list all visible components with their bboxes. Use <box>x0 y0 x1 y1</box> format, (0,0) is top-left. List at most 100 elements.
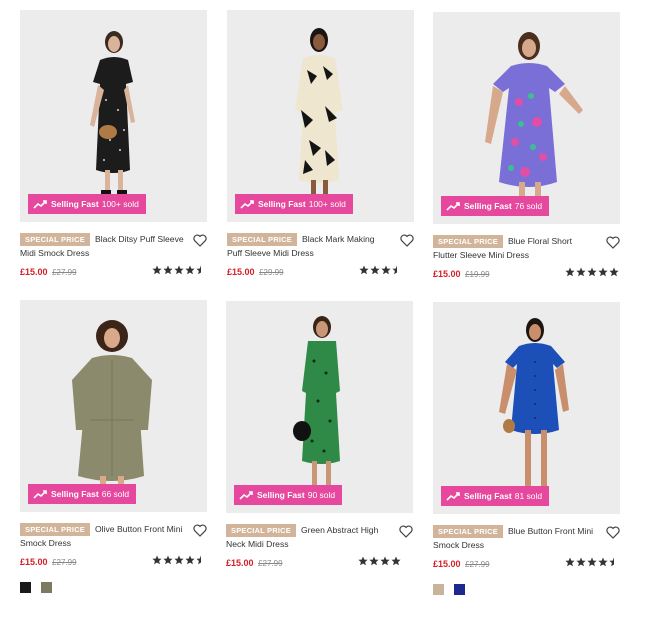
original-price: £29.99 <box>259 268 284 277</box>
trending-up-icon <box>239 491 253 500</box>
price-block: £15.00 £27.99 <box>226 558 283 568</box>
star-icon <box>196 265 201 275</box>
price-block: £15.00 £29.99 <box>227 267 284 277</box>
star-rating <box>358 265 413 275</box>
price-block: £15.00 £27.99 <box>20 557 77 567</box>
selling-fast-badge: Selling Fast 100+ sold <box>28 194 146 214</box>
product-image[interactable]: Selling Fast 100+ sold <box>20 10 207 222</box>
selling-fast-badge: Selling Fast 90 sold <box>234 485 343 505</box>
product-card[interactable]: Selling Fast 90 sold SPECIAL PRICE Green … <box>226 301 413 583</box>
selling-fast-badge: Selling Fast 81 sold <box>441 486 550 506</box>
heart-icon[interactable] <box>606 236 620 249</box>
star-icon <box>609 557 614 567</box>
sale-price: £15.00 <box>433 269 461 279</box>
heart-icon[interactable] <box>193 524 207 537</box>
colour-swatches <box>20 582 62 593</box>
star-icon <box>369 556 379 566</box>
star-icon <box>174 555 184 565</box>
star-icon <box>391 556 401 566</box>
product-card[interactable]: Selling Fast 81 sold SPECIAL PRICE Blue B… <box>433 302 620 595</box>
colour-swatch[interactable] <box>454 584 465 595</box>
original-price: £27.99 <box>52 268 77 277</box>
product-title[interactable]: SPECIAL PRICE Blue Button Front Mini Smoc… <box>433 524 598 552</box>
star-icon <box>576 557 586 567</box>
price-block: £15.00 £19.99 <box>433 269 490 279</box>
product-title[interactable]: SPECIAL PRICE Black Ditsy Puff Sleeve Mid… <box>20 232 185 260</box>
trending-up-icon <box>446 202 460 211</box>
star-rating <box>564 267 619 277</box>
heart-icon[interactable] <box>400 234 414 247</box>
sale-price: £15.00 <box>20 557 48 567</box>
star-rating <box>357 556 412 566</box>
sold-count: 81 sold <box>514 491 543 501</box>
selling-fast-label: Selling Fast <box>464 491 512 501</box>
product-card[interactable]: Selling Fast 66 sold SPECIAL PRICE Olive … <box>20 300 207 593</box>
colour-swatch[interactable] <box>433 584 444 595</box>
product-card[interactable]: Selling Fast 100+ sold SPECIAL PRICE Blac… <box>227 10 414 292</box>
special-price-tag: SPECIAL PRICE <box>20 523 90 536</box>
trending-up-icon <box>240 200 254 209</box>
product-image[interactable]: Selling Fast 90 sold <box>226 301 413 513</box>
selling-fast-label: Selling Fast <box>51 199 99 209</box>
star-icon <box>403 265 413 275</box>
original-price: £19.99 <box>465 270 490 279</box>
special-price-tag: SPECIAL PRICE <box>227 233 297 246</box>
trending-up-icon <box>33 200 47 209</box>
selling-fast-label: Selling Fast <box>257 490 305 500</box>
product-image[interactable]: Selling Fast 81 sold <box>433 302 620 514</box>
trending-up-icon <box>33 490 47 499</box>
selling-fast-badge: Selling Fast 76 sold <box>441 196 550 216</box>
product-title[interactable]: SPECIAL PRICE Olive Button Front Mini Smo… <box>20 522 185 550</box>
product-image[interactable]: Selling Fast 76 sold <box>433 12 620 224</box>
star-icon <box>185 555 195 565</box>
star-icon <box>565 557 575 567</box>
product-title[interactable]: SPECIAL PRICE Black Mark Making Puff Slee… <box>227 232 392 260</box>
colour-swatch[interactable] <box>41 582 52 593</box>
star-icon <box>587 267 597 277</box>
star-icon <box>402 556 412 566</box>
colour-swatches <box>433 584 475 595</box>
sale-price: £15.00 <box>227 267 255 277</box>
star-icon <box>598 267 608 277</box>
star-icon <box>565 267 575 277</box>
selling-fast-label: Selling Fast <box>464 201 512 211</box>
sale-price: £15.00 <box>20 267 48 277</box>
product-card[interactable]: Selling Fast 100+ sold SPECIAL PRICE Blac… <box>20 10 207 292</box>
sold-count: 100+ sold <box>308 199 346 209</box>
sold-count: 100+ sold <box>101 199 139 209</box>
star-icon <box>381 265 391 275</box>
product-title[interactable]: SPECIAL PRICE Green Abstract High Neck Mi… <box>226 523 391 551</box>
star-icon <box>609 267 619 277</box>
star-rating <box>151 265 206 275</box>
star-icon <box>576 267 586 277</box>
star-icon <box>359 265 369 275</box>
star-icon <box>358 556 368 566</box>
product-title[interactable]: SPECIAL PRICE Blue Floral Short Flutter S… <box>433 234 598 262</box>
special-price-tag: SPECIAL PRICE <box>433 525 503 538</box>
original-price: £27.99 <box>465 560 490 569</box>
product-image[interactable]: Selling Fast 100+ sold <box>227 10 414 222</box>
special-price-tag: SPECIAL PRICE <box>226 524 296 537</box>
star-icon <box>163 265 173 275</box>
price-block: £15.00 £27.99 <box>433 559 490 569</box>
selling-fast-badge: Selling Fast 100+ sold <box>235 194 353 214</box>
heart-icon[interactable] <box>606 526 620 539</box>
star-icon <box>196 555 201 565</box>
selling-fast-badge: Selling Fast 66 sold <box>28 484 137 504</box>
sale-price: £15.00 <box>433 559 461 569</box>
star-icon <box>152 265 162 275</box>
original-price: £27.99 <box>258 559 283 568</box>
special-price-tag: SPECIAL PRICE <box>20 233 90 246</box>
sold-count: 66 sold <box>101 489 130 499</box>
star-icon <box>587 557 597 567</box>
star-icon <box>370 265 380 275</box>
heart-icon[interactable] <box>193 234 207 247</box>
product-image[interactable]: Selling Fast 66 sold <box>20 300 207 512</box>
star-icon <box>174 265 184 275</box>
colour-swatch[interactable] <box>20 582 31 593</box>
special-price-tag: SPECIAL PRICE <box>433 235 503 248</box>
selling-fast-label: Selling Fast <box>258 199 306 209</box>
product-card[interactable]: Selling Fast 76 sold SPECIAL PRICE Blue F… <box>433 12 620 294</box>
heart-icon[interactable] <box>399 525 413 538</box>
selling-fast-label: Selling Fast <box>51 489 99 499</box>
